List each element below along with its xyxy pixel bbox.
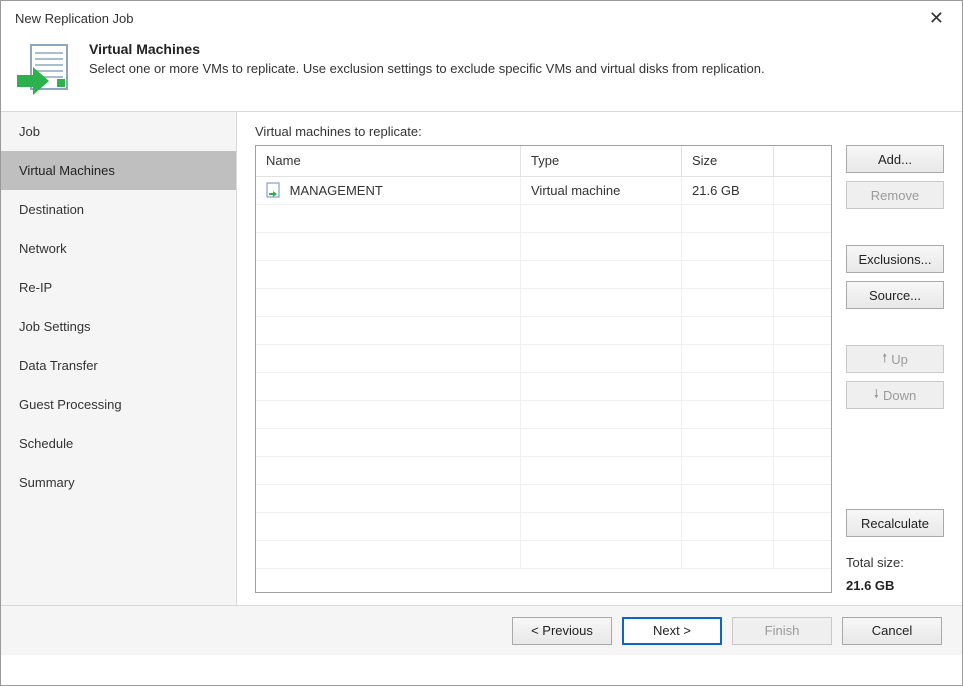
sidebar-item-network[interactable]: Network [1,229,236,268]
previous-button[interactable]: < Previous [512,617,612,645]
col-spacer [774,146,832,176]
add-button[interactable]: Add... [846,145,944,173]
down-button[interactable]: 🠗 Down [846,381,944,409]
sidebar-item-data-transfer[interactable]: Data Transfer [1,346,236,385]
titlebar: New Replication Job ✕ [1,1,962,35]
sidebar-item-re-ip[interactable]: Re-IP [1,268,236,307]
arrow-down-icon: 🠗 [874,385,879,406]
exclusions-button[interactable]: Exclusions... [846,245,944,273]
wizard-header: Virtual Machines Select one or more VMs … [1,35,962,111]
sidebar-item-guest-processing[interactable]: Guest Processing [1,385,236,424]
row-name: MANAGEMENT [290,183,383,198]
page-title: Virtual Machines [89,41,765,57]
next-button[interactable]: Next > [622,617,722,645]
row-type: Virtual machine [521,176,682,204]
up-button[interactable]: 🠕 Up [846,345,944,373]
finish-button[interactable]: Finish [732,617,832,645]
close-icon[interactable]: ✕ [919,4,954,33]
vm-wizard-icon [15,41,71,97]
col-type[interactable]: Type [521,146,682,176]
sidebar-item-job-settings[interactable]: Job Settings [1,307,236,346]
cancel-button[interactable]: Cancel [842,617,942,645]
sidebar-item-summary[interactable]: Summary [1,463,236,502]
col-size[interactable]: Size [682,146,774,176]
sidebar-item-job[interactable]: Job [1,112,236,151]
remove-button[interactable]: Remove [846,181,944,209]
wizard-steps-sidebar: Job Virtual Machines Destination Network… [1,112,237,605]
sidebar-item-destination[interactable]: Destination [1,190,236,229]
total-size-label: Total size: [846,555,944,570]
recalculate-button[interactable]: Recalculate [846,509,944,537]
arrow-up-icon: 🠕 [882,349,887,370]
window-title: New Replication Job [15,11,134,26]
vm-table[interactable]: Name Type Size MANAGEMENT [255,145,832,593]
section-label: Virtual machines to replicate: [255,124,944,139]
wizard-footer: < Previous Next > Finish Cancel [1,605,962,655]
row-size: 21.6 GB [682,176,774,204]
source-button[interactable]: Source... [846,281,944,309]
sidebar-item-schedule[interactable]: Schedule [1,424,236,463]
page-description: Select one or more VMs to replicate. Use… [89,61,765,76]
vm-file-icon [266,182,280,198]
table-row[interactable]: MANAGEMENT Virtual machine 21.6 GB [256,176,831,204]
col-name[interactable]: Name [256,146,521,176]
sidebar-item-virtual-machines[interactable]: Virtual Machines [1,151,236,190]
total-size-value: 21.6 GB [846,578,944,593]
